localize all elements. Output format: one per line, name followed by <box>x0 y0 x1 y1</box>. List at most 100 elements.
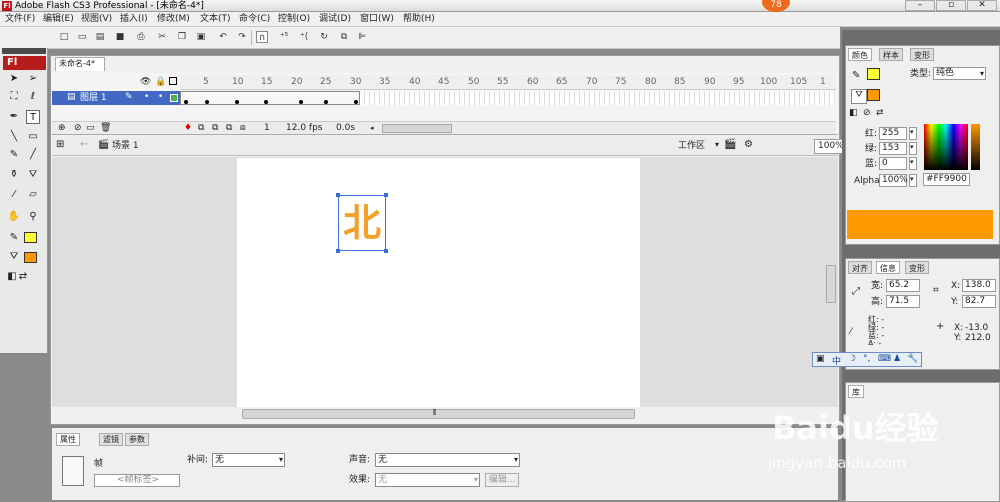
stroke-swatch[interactable] <box>867 68 880 80</box>
ink-bottle-icon[interactable]: ⚱ <box>7 168 21 182</box>
tween-select[interactable]: 无 ▾ <box>212 453 285 467</box>
eye-icon[interactable]: 👁 <box>140 77 151 87</box>
frame-span[interactable] <box>180 91 360 105</box>
chevron-down-icon[interactable]: ▾ <box>715 140 719 149</box>
fill-swatch[interactable] <box>867 89 880 101</box>
menu-window[interactable]: 窗口(W) <box>357 13 397 26</box>
bridge-icon[interactable]: ▤ <box>94 31 106 43</box>
menu-modify[interactable]: 修改(M) <box>154 13 193 26</box>
notification-badge[interactable]: 78 <box>762 0 790 12</box>
x-input[interactable]: 138.0 <box>962 279 996 292</box>
scene-name[interactable]: 场景 1 <box>112 140 139 152</box>
width-input[interactable]: 65.2 <box>886 279 920 292</box>
keyframe[interactable] <box>299 100 303 104</box>
line-icon[interactable]: ╲ <box>7 130 21 144</box>
resize-handle[interactable] <box>384 249 388 253</box>
pencil-icon[interactable]: ✎ <box>7 148 21 162</box>
timeline-ruler[interactable]: 5 10 15 20 25 30 35 40 45 50 55 60 65 70… <box>180 75 836 90</box>
outline-icon[interactable] <box>169 77 177 85</box>
align-icon[interactable]: ⊫ <box>356 31 368 43</box>
save-icon[interactable]: ■ <box>114 31 126 43</box>
resize-handle[interactable] <box>384 193 388 197</box>
swap-colors-icon[interactable]: ⇄ <box>16 270 30 284</box>
keyframe[interactable] <box>184 100 188 104</box>
resize-handle[interactable] <box>336 193 340 197</box>
tab-info[interactable]: 信息 <box>876 261 900 274</box>
smooth-icon[interactable]: ⁺⁵ <box>278 31 290 43</box>
black-white-icon[interactable]: ◧ <box>849 108 858 118</box>
brightness-slider[interactable] <box>971 124 980 170</box>
stage-canvas[interactable] <box>237 158 640 407</box>
keyboard-icon[interactable]: ⌨ <box>878 354 891 364</box>
back-arrow-icon[interactable]: ← <box>80 139 88 150</box>
punctuation-icon[interactable]: °, <box>863 354 870 364</box>
tab-transform[interactable]: 变形 <box>905 261 929 274</box>
eraser-icon[interactable]: ▱ <box>26 188 40 202</box>
paint-bucket-icon[interactable]: ⛛ <box>26 168 40 182</box>
chevron-down-icon[interactable]: ▾ <box>909 174 917 187</box>
hex-input[interactable]: #FF9900 <box>923 173 970 186</box>
pen-icon[interactable]: ✒ <box>7 110 21 124</box>
keyframe[interactable] <box>205 100 209 104</box>
chevron-down-icon[interactable]: ▾ <box>909 127 917 140</box>
selection-arrow-icon[interactable]: ➤ <box>7 72 21 86</box>
cut-icon[interactable]: ✂ <box>156 31 168 43</box>
zoom-icon[interactable]: ⚲ <box>26 210 40 224</box>
snap-magnet-icon[interactable]: ∩ <box>256 31 268 43</box>
horizontal-scrollbar[interactable]: ⦀ <box>242 408 635 419</box>
tools-grip[interactable] <box>2 48 46 54</box>
frames-row[interactable] <box>180 91 836 105</box>
scroll-left-icon[interactable]: ◂ <box>370 124 378 132</box>
brush-icon[interactable]: ╱ <box>26 148 40 162</box>
vertical-scrollbar[interactable] <box>826 265 836 303</box>
layer-color-icon[interactable] <box>170 94 178 102</box>
menu-help[interactable]: 帮助(H) <box>400 13 438 26</box>
add-folder-icon[interactable]: ▭ <box>86 123 95 133</box>
paste-icon[interactable]: ▣ <box>195 31 207 43</box>
color-spectrum[interactable] <box>924 124 968 170</box>
lasso-icon[interactable]: ℓ <box>26 90 40 104</box>
alpha-input[interactable]: 100% <box>879 174 908 187</box>
stroke-color-icon[interactable]: ✎ <box>7 231 21 245</box>
menu-text[interactable]: 文本(T) <box>197 13 234 26</box>
menu-insert[interactable]: 插入(I) <box>117 13 151 26</box>
menu-edit[interactable]: 编辑(E) <box>40 13 77 26</box>
tab-align[interactable]: 对齐 <box>848 261 872 274</box>
tab-library[interactable]: 库 <box>848 385 864 398</box>
keyframe[interactable] <box>235 100 239 104</box>
onion-outline-icon[interactable]: ⧉ <box>226 123 232 133</box>
undo-icon[interactable]: ↶ <box>217 31 229 43</box>
fill-color-icon[interactable]: ⛛ <box>7 250 21 264</box>
moon-icon[interactable]: ☽ <box>848 354 856 364</box>
visible-dot-icon[interactable]: • <box>144 92 149 102</box>
add-layer-icon[interactable]: ⊕ <box>58 123 66 133</box>
effect-select[interactable]: 无 ▾ <box>375 473 480 487</box>
red-input[interactable]: 255 <box>879 127 907 140</box>
chevron-down-icon[interactable]: ▾ <box>909 142 917 155</box>
add-guide-icon[interactable]: ⊘ <box>74 123 82 133</box>
delete-layer-icon[interactable]: 🗑 <box>100 123 111 133</box>
playhead-icon[interactable]: ♦ <box>184 123 192 133</box>
layer-row[interactable]: ▤ 图层 1 ✎ • • <box>52 91 180 105</box>
swap-colors-icon[interactable]: ⇄ <box>876 108 884 118</box>
subselect-icon[interactable]: ➢ <box>26 72 40 86</box>
tab-transform[interactable]: 变形 <box>910 48 934 61</box>
type-select[interactable]: 纯色 ▾ <box>933 67 986 80</box>
free-transform-icon[interactable]: ⛶ <box>7 90 21 104</box>
hand-icon[interactable]: ✋ <box>7 210 21 224</box>
text-icon[interactable]: T <box>26 110 40 124</box>
lock-dot-icon[interactable]: • <box>158 92 163 102</box>
edit-sound-button[interactable]: 编辑... <box>485 473 519 487</box>
wrench-icon[interactable]: 🔧 <box>907 354 918 364</box>
ime-mode[interactable]: 中 <box>832 354 841 367</box>
frame-rate[interactable]: 12.0 fps <box>286 122 322 135</box>
copy-icon[interactable]: ❐ <box>176 31 188 43</box>
ime-toolbar[interactable]: ▣ 中 ☽ °, ⌨ ♟ 🔧 <box>812 352 922 367</box>
blue-input[interactable]: 0 <box>879 157 907 170</box>
keyframe[interactable] <box>324 100 328 104</box>
maximize-button[interactable]: ▫ <box>936 0 966 11</box>
selected-text-object[interactable]: 北 <box>336 193 388 253</box>
onion-skin-icon[interactable]: ⧉ <box>212 123 218 133</box>
edit-symbol-icon[interactable]: ⚙ <box>744 139 753 150</box>
green-input[interactable]: 153 <box>879 142 907 155</box>
